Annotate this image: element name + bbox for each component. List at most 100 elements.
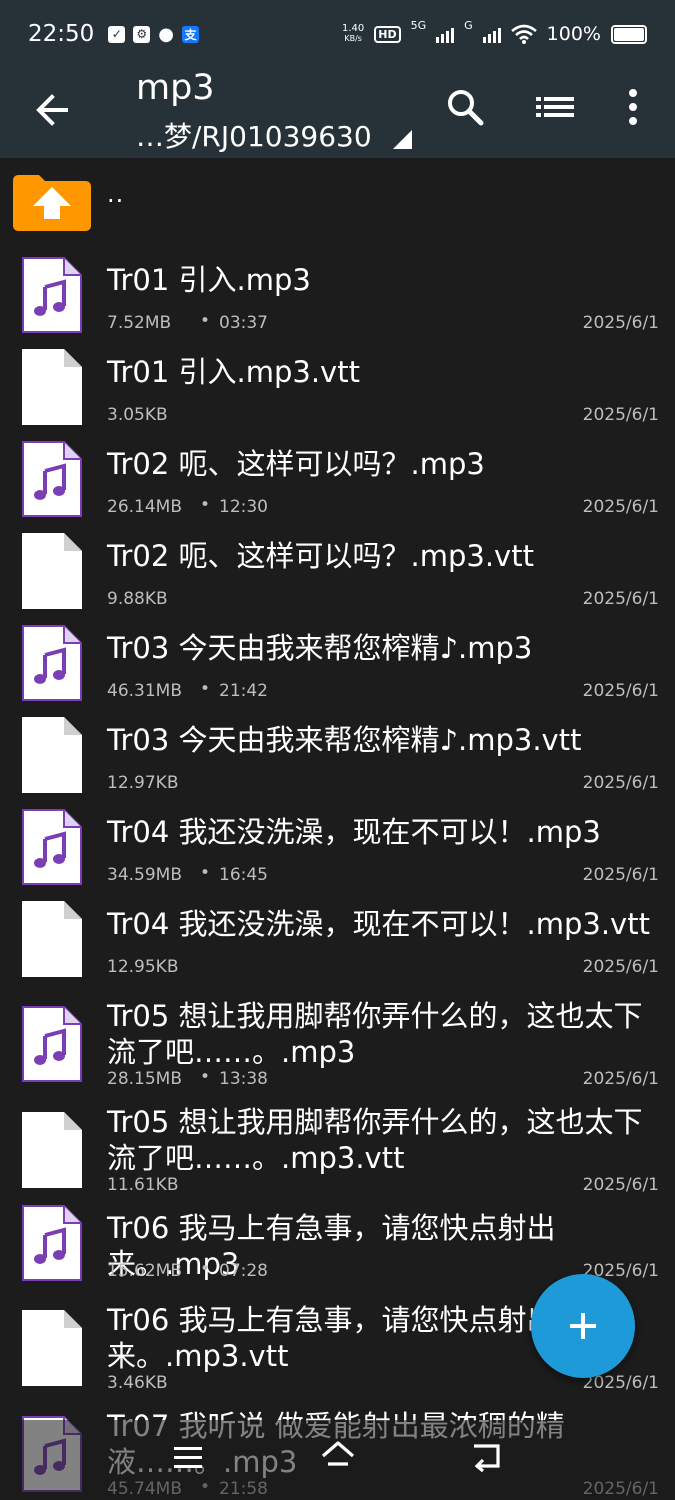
text-file-icon (22, 1310, 82, 1386)
wechat-icon: ● (158, 23, 175, 45)
path-dropdown-icon[interactable] (393, 130, 412, 149)
more-vert-icon[interactable] (620, 86, 646, 128)
file-duration: 16:45 (219, 865, 268, 885)
file-date: 2025/6/1 (582, 405, 659, 425)
battery-icon (611, 24, 647, 44)
file-name: Tr02 呃、这样可以吗？.mp3.vtt (107, 539, 534, 573)
file-row[interactable]: Tr03 今天由我来帮您榨精♪.mp3 46.31MB • 21:42 2025/6/1 (0, 616, 675, 708)
search-icon[interactable] (444, 86, 486, 128)
text-file-icon (22, 349, 82, 425)
file-duration: 12:30 (219, 497, 268, 517)
status-time: 22:50 (28, 21, 95, 47)
meta-separator: • (200, 1067, 211, 1087)
parent-directory-label: .. (107, 180, 125, 208)
file-size: 3.05KB (107, 405, 168, 425)
file-row[interactable]: Tr04 我还没洗澡，现在不可以！.mp3 34.59MB • 16:45 2025/6… (0, 800, 675, 892)
status-bar: 22:50 ✓ ⚙ ● 支 1.40 KB/s HD 5G G 100% (0, 0, 675, 68)
meta-separator: • (200, 495, 211, 515)
file-row[interactable]: Tr01 引入.mp3.vtt 3.05KB 2025/6/1 (0, 340, 675, 432)
file-size: 26.14MB (107, 497, 182, 517)
file-size: 3.46KB (107, 1373, 168, 1393)
file-duration: 07:28 (219, 1261, 268, 1281)
alipay-icon: 支 (182, 25, 200, 43)
parent-directory-row[interactable]: .. (0, 158, 675, 248)
app-notification-icon: ⚙ (133, 25, 151, 43)
file-name: Tr01 引入.mp3.vtt (107, 355, 360, 389)
speed-unit: KB/s (344, 34, 362, 43)
file-name: Tr04 我还没洗澡，现在不可以！.mp3.vtt (107, 907, 650, 941)
file-size: 12.97KB (107, 773, 179, 793)
file-name: Tr01 引入.mp3 (107, 263, 311, 297)
home-icon[interactable] (320, 1440, 356, 1472)
file-size: 11.61KB (107, 1175, 179, 1195)
file-date: 2025/6/1 (582, 865, 659, 885)
audio-file-icon (22, 441, 82, 517)
meta-separator: • (200, 679, 211, 699)
text-file-icon (22, 901, 82, 977)
back-icon[interactable] (470, 1440, 504, 1472)
file-name: Tr05 想让我用脚帮你弄什么的，这也太下流了吧……。.mp3.vtt (107, 1105, 643, 1175)
text-file-icon (22, 533, 82, 609)
text-file-icon (22, 1112, 82, 1188)
file-name: Tr05 想让我用脚帮你弄什么的，这也太下流了吧……。.mp3 (107, 999, 643, 1069)
hd-icon: HD (374, 25, 401, 43)
file-row[interactable]: Tr02 呃、这样可以吗？.mp3 26.14MB • 12:30 2025/6/1 (0, 432, 675, 524)
network-speed: 1.40 KB/s (342, 24, 364, 44)
audio-file-icon (22, 1205, 82, 1281)
file-date: 2025/6/1 (582, 1069, 659, 1089)
file-name: Tr03 今天由我来帮您榨精♪.mp3 (107, 631, 533, 665)
file-date: 2025/6/1 (582, 313, 659, 333)
network-g-label: G (464, 19, 473, 32)
file-size: 7.52MB (107, 313, 172, 333)
file-name: Tr04 我还没洗澡，现在不可以！.mp3 (107, 815, 601, 849)
file-row[interactable]: Tr01 引入.mp3 7.52MB • 03:37 2025/6/1 (0, 248, 675, 340)
file-duration: 21:42 (219, 681, 268, 701)
file-size: 9.88KB (107, 589, 168, 609)
file-row[interactable]: Tr04 我还没洗澡，现在不可以！.mp3.vtt 12.95KB 2025/6/1 (0, 892, 675, 984)
file-name: Tr03 今天由我来帮您榨精♪.mp3.vtt (107, 723, 582, 757)
file-size: 46.31MB (107, 681, 182, 701)
file-row[interactable]: Tr05 想让我用脚帮你弄什么的，这也太下流了吧……。.mp3 28.15MB • 1… (0, 984, 675, 1090)
notification-icons: ✓ ⚙ ● 支 (108, 23, 200, 45)
signal-icon-1 (436, 25, 455, 43)
meta-separator: • (200, 1259, 211, 1279)
meta-separator: • (200, 863, 211, 883)
file-row[interactable]: Tr03 今天由我来帮您榨精♪.mp3.vtt 12.97KB 2025/6/1 (0, 708, 675, 800)
file-date: 2025/6/1 (582, 773, 659, 793)
audio-file-icon (22, 257, 82, 333)
menu-icon[interactable] (172, 1442, 204, 1472)
page-title: mp3 (136, 68, 215, 108)
clipboard-check-icon: ✓ (108, 25, 126, 43)
folder-path[interactable]: …梦/RJ01039630 (136, 115, 372, 155)
file-date: 2025/6/1 (582, 497, 659, 517)
plus-icon (570, 1313, 596, 1339)
battery-percent: 100% (546, 23, 601, 45)
system-nav-bar (0, 1420, 675, 1500)
text-file-icon (22, 717, 82, 793)
wifi-icon (510, 24, 537, 44)
file-date: 2025/6/1 (582, 957, 659, 977)
file-row[interactable]: Tr05 想让我用脚帮你弄什么的，这也太下流了吧……。.mp3.vtt 11.61… (0, 1090, 675, 1196)
folder-up-icon (13, 175, 91, 231)
file-date: 2025/6/1 (582, 681, 659, 701)
system-status: 1.40 KB/s HD 5G G 100% (342, 19, 647, 45)
add-fab-button[interactable] (531, 1274, 635, 1378)
file-size: 15.62MB (107, 1261, 182, 1281)
file-size: 28.15MB (107, 1069, 182, 1089)
file-name: Tr06 我马上有急事，请您快点射出来。.mp3 (107, 1211, 556, 1281)
network-5g-label: 5G (410, 19, 427, 32)
file-name: Tr02 呃、这样可以吗？.mp3 (107, 447, 485, 481)
app-bar: mp3 …梦/RJ01039630 (0, 68, 675, 158)
file-row[interactable]: Tr02 呃、这样可以吗？.mp3.vtt 9.88KB 2025/6/1 (0, 524, 675, 616)
audio-file-icon (22, 809, 82, 885)
file-size: 34.59MB (107, 865, 182, 885)
file-date: 2025/6/1 (582, 589, 659, 609)
signal-icon-2 (482, 25, 501, 43)
audio-file-icon (22, 1006, 82, 1082)
list-view-icon[interactable] (534, 90, 576, 124)
file-size: 12.95KB (107, 957, 179, 977)
back-arrow-icon[interactable] (30, 86, 78, 134)
file-date: 2025/6/1 (582, 1175, 659, 1195)
file-duration: 13:38 (219, 1069, 268, 1089)
meta-separator: • (200, 311, 211, 331)
